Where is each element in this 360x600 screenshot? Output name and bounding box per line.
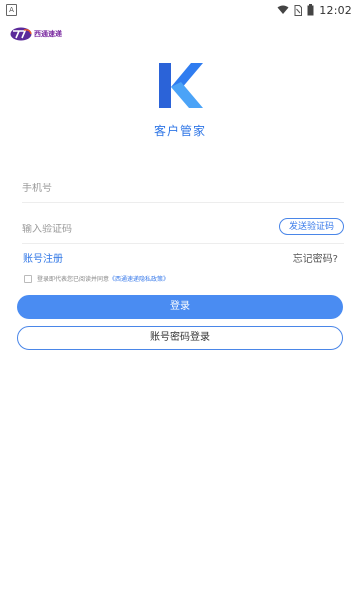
status-icons: 12:02 [277, 3, 352, 17]
password-login-button[interactable]: 账号密码登录 [17, 326, 343, 350]
app-title: 客户管家 [153, 124, 206, 138]
notification-icon: A [6, 4, 17, 16]
agreement-text: 登录即代表您已阅读并同意 [37, 276, 110, 283]
privacy-policy-link[interactable]: 《西通速递隐私政策》 [109, 274, 169, 283]
app-logo-icon [159, 63, 203, 108]
brand-name: 西通速递 [34, 30, 62, 38]
verification-code-input[interactable] [22, 224, 262, 235]
phone-input[interactable] [22, 183, 262, 194]
agreement-checkbox[interactable] [24, 274, 32, 283]
brand-logo: 西通速递 [10, 27, 62, 41]
send-code-button[interactable]: 发送验证码 [278, 218, 344, 235]
register-link[interactable]: 账号注册 [23, 250, 63, 265]
wifi-icon [277, 5, 289, 14]
status-time: 12:02 [319, 3, 352, 17]
agreement-row: 登录即代表您已阅读并同意 《西通速递隐私政策》 [24, 274, 169, 283]
brand-mark-icon [10, 27, 32, 41]
status-bar: A 12:02 [0, 0, 360, 20]
sim-icon [294, 4, 303, 16]
phone-field-row [22, 176, 344, 203]
login-button[interactable]: 登录 [17, 295, 343, 319]
battery-icon [307, 4, 314, 16]
code-field-row: 发送验证码 [22, 217, 344, 244]
forgot-password-link[interactable]: 忘记密码? [293, 250, 338, 265]
